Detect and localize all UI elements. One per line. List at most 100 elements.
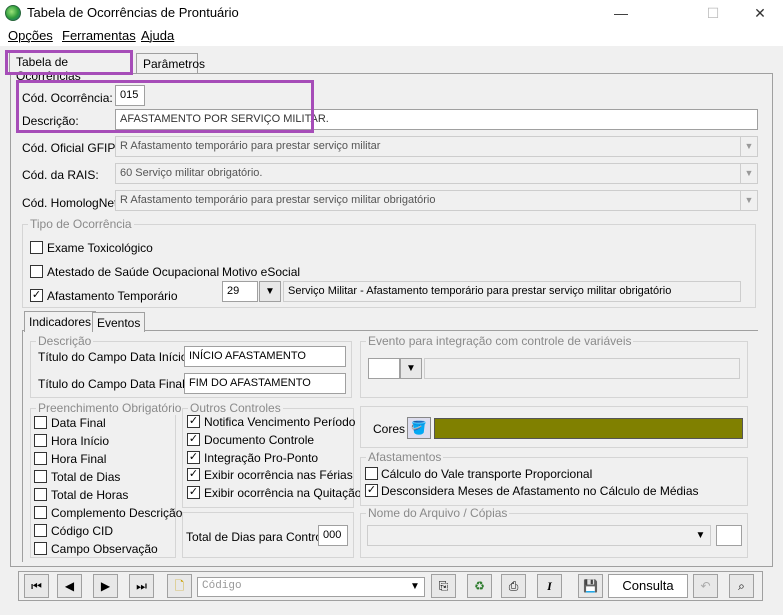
motivo-esocial-label: Motivo eSocial <box>222 265 301 279</box>
consulta-button[interactable]: Consulta <box>608 574 688 598</box>
first-record-icon[interactable]: ⏮ <box>24 574 49 598</box>
documento-checkbox[interactable]: ✓ <box>187 433 200 446</box>
integracao-checkbox[interactable]: ✓ <box>187 451 200 464</box>
printer-icon[interactable]: ⎙ <box>501 574 526 598</box>
subtab-eventos[interactable]: Eventos <box>92 312 146 332</box>
exibir-ferias-label: Exibir ocorrência nas Férias <box>204 468 353 482</box>
homolog-select[interactable]: R Afastamento temporário para prestar se… <box>115 190 758 211</box>
rais-select[interactable]: 60 Serviço militar obrigatório. <box>115 163 758 184</box>
rais-label: Cód. da RAIS: <box>22 168 99 182</box>
codigo-cid-checkbox[interactable] <box>34 524 47 537</box>
total-dias-controle-input[interactable]: 000 <box>318 525 348 546</box>
tab-parametros[interactable]: Parâmetros <box>136 53 205 73</box>
tab-highlight <box>5 50 133 75</box>
descricao-group-title: Descrição <box>36 334 94 348</box>
motivo-desc: Serviço Militar - Afastamento temporário… <box>283 281 741 302</box>
afastamento-checkbox[interactable]: ✓ <box>30 289 43 302</box>
atestado-label: Atestado de Saúde Ocupacional <box>47 265 220 279</box>
binoculars-icon[interactable]: ⌕ <box>729 574 754 598</box>
hora-final-checkbox[interactable] <box>34 452 47 465</box>
preenchimento-title: Preenchimento Obrigatório <box>36 401 184 415</box>
total-dias-label: Total de Dias <box>51 470 121 484</box>
notifica-checkbox[interactable]: ✓ <box>187 415 200 428</box>
minimize-button[interactable]: — <box>598 0 644 26</box>
vale-transporte-checkbox[interactable] <box>365 467 378 480</box>
italic-icon[interactable]: I <box>537 574 562 598</box>
evento-group-title: Evento para integração com controle de v… <box>366 334 634 348</box>
campo-observacao-checkbox[interactable] <box>34 542 47 555</box>
arquivo-chevron-down-icon[interactable]: ▼ <box>691 526 710 545</box>
homolog-label: Cód. HomologNet: <box>22 196 121 210</box>
final-input[interactable]: FIM DO AFASTAMENTO <box>184 373 346 394</box>
rais-value: 60 Serviço militar obrigatório. <box>120 167 263 179</box>
hora-inicio-label: Hora Início <box>51 434 110 448</box>
last-record-icon[interactable]: ⏭ <box>129 574 154 598</box>
vale-transporte-label: Cálculo do Vale transporte Proporcional <box>381 467 593 481</box>
inicio-input[interactable]: INÍCIO AFASTAMENTO <box>184 346 346 367</box>
homolog-value: R Afastamento temporário para prestar se… <box>120 194 436 206</box>
complemento-checkbox[interactable] <box>34 506 47 519</box>
total-horas-checkbox[interactable] <box>34 488 47 501</box>
afastamento-label: Afastamento Temporário <box>47 289 178 303</box>
rais-chevron-down-icon[interactable]: ▼ <box>740 164 757 183</box>
arquivo-select[interactable] <box>367 525 711 546</box>
color-swatch[interactable] <box>434 418 743 439</box>
paint-bucket-icon[interactable]: 🪣 <box>407 417 431 439</box>
save-icon[interactable]: 💾 <box>578 574 603 598</box>
menu-ferramentas[interactable]: Ferramentas <box>62 28 136 43</box>
outros-title: Outros Controles <box>188 401 283 415</box>
atestado-checkbox[interactable] <box>30 265 43 278</box>
window-title: Tabela de Ocorrências de Prontuário <box>27 5 239 20</box>
exibir-quitacao-checkbox[interactable]: ✓ <box>187 486 200 499</box>
exibir-ferias-checkbox[interactable]: ✓ <box>187 468 200 481</box>
cores-label: Cores <box>373 422 406 436</box>
gfip-label: Cód. Oficial GFIP: <box>22 141 119 155</box>
afastamentos-group <box>360 457 748 506</box>
data-final-label: Data Final <box>51 416 106 430</box>
complemento-label: Complemento Descrição <box>51 506 183 520</box>
form-highlight <box>16 80 314 133</box>
app-globe-icon <box>5 5 21 21</box>
exibir-quitacao-label: Exibir ocorrência na Quitação <box>204 486 362 500</box>
total-dias-checkbox[interactable] <box>34 470 47 483</box>
gfip-chevron-down-icon[interactable]: ▼ <box>740 137 757 156</box>
inicio-label: Título do Campo Data Início: <box>38 350 191 364</box>
codigo-combo[interactable]: Código <box>197 577 425 597</box>
motivo-code-input[interactable]: 29 <box>222 281 258 302</box>
notifica-label: Notifica Vencimento Período <box>204 415 356 429</box>
hora-inicio-checkbox[interactable] <box>34 434 47 447</box>
codigo-cid-label: Código CID <box>51 524 114 538</box>
copias-input[interactable] <box>716 525 742 546</box>
recycle-bin-icon[interactable]: ♻ <box>467 574 492 598</box>
maximize-button[interactable]: ☐ <box>690 0 736 26</box>
documento-label: Documento Controle <box>204 433 315 447</box>
exame-label: Exame Toxicológico <box>47 241 153 255</box>
evento-code-input[interactable] <box>368 358 400 379</box>
desconsidera-checkbox[interactable]: ✓ <box>365 484 378 497</box>
arquivo-title: Nome do Arquivo / Cópias <box>366 506 510 520</box>
evento-chevron-down-icon[interactable]: ▼ <box>400 358 422 379</box>
undo-icon[interactable]: ↶ <box>693 574 718 598</box>
codigo-placeholder: Código <box>202 580 242 592</box>
copy-record-icon[interactable]: ⎘ <box>431 574 456 598</box>
motivo-chevron-down-icon[interactable]: ▼ <box>259 281 281 302</box>
desconsidera-label: Desconsidera Meses de Afastamento no Cál… <box>381 484 699 498</box>
total-horas-label: Total de Horas <box>51 488 129 502</box>
evento-desc <box>424 358 740 379</box>
close-button[interactable]: ✕ <box>737 0 783 26</box>
exame-checkbox[interactable] <box>30 241 43 254</box>
new-document-icon[interactable]: 🗋 <box>167 574 192 598</box>
total-dias-controle-label: Total de Dias para Controle: <box>186 530 335 544</box>
integracao-label: Integração Pro-Ponto <box>204 451 319 465</box>
campo-observacao-label: Campo Observação <box>51 542 158 556</box>
homolog-chevron-down-icon[interactable]: ▼ <box>740 191 757 210</box>
menu-opcoes[interactable]: Opções <box>8 28 53 43</box>
next-record-icon[interactable]: ▶ <box>93 574 118 598</box>
prev-record-icon[interactable]: ◀ <box>57 574 82 598</box>
gfip-select[interactable]: R Afastamento temporário para prestar se… <box>115 136 758 157</box>
menu-ajuda[interactable]: Ajuda <box>141 28 174 43</box>
subtab-indicadores[interactable]: Indicadores <box>24 311 97 332</box>
hora-final-label: Hora Final <box>51 452 107 466</box>
data-final-checkbox[interactable] <box>34 416 47 429</box>
codigo-chevron-down-icon[interactable]: ▼ <box>406 578 424 596</box>
